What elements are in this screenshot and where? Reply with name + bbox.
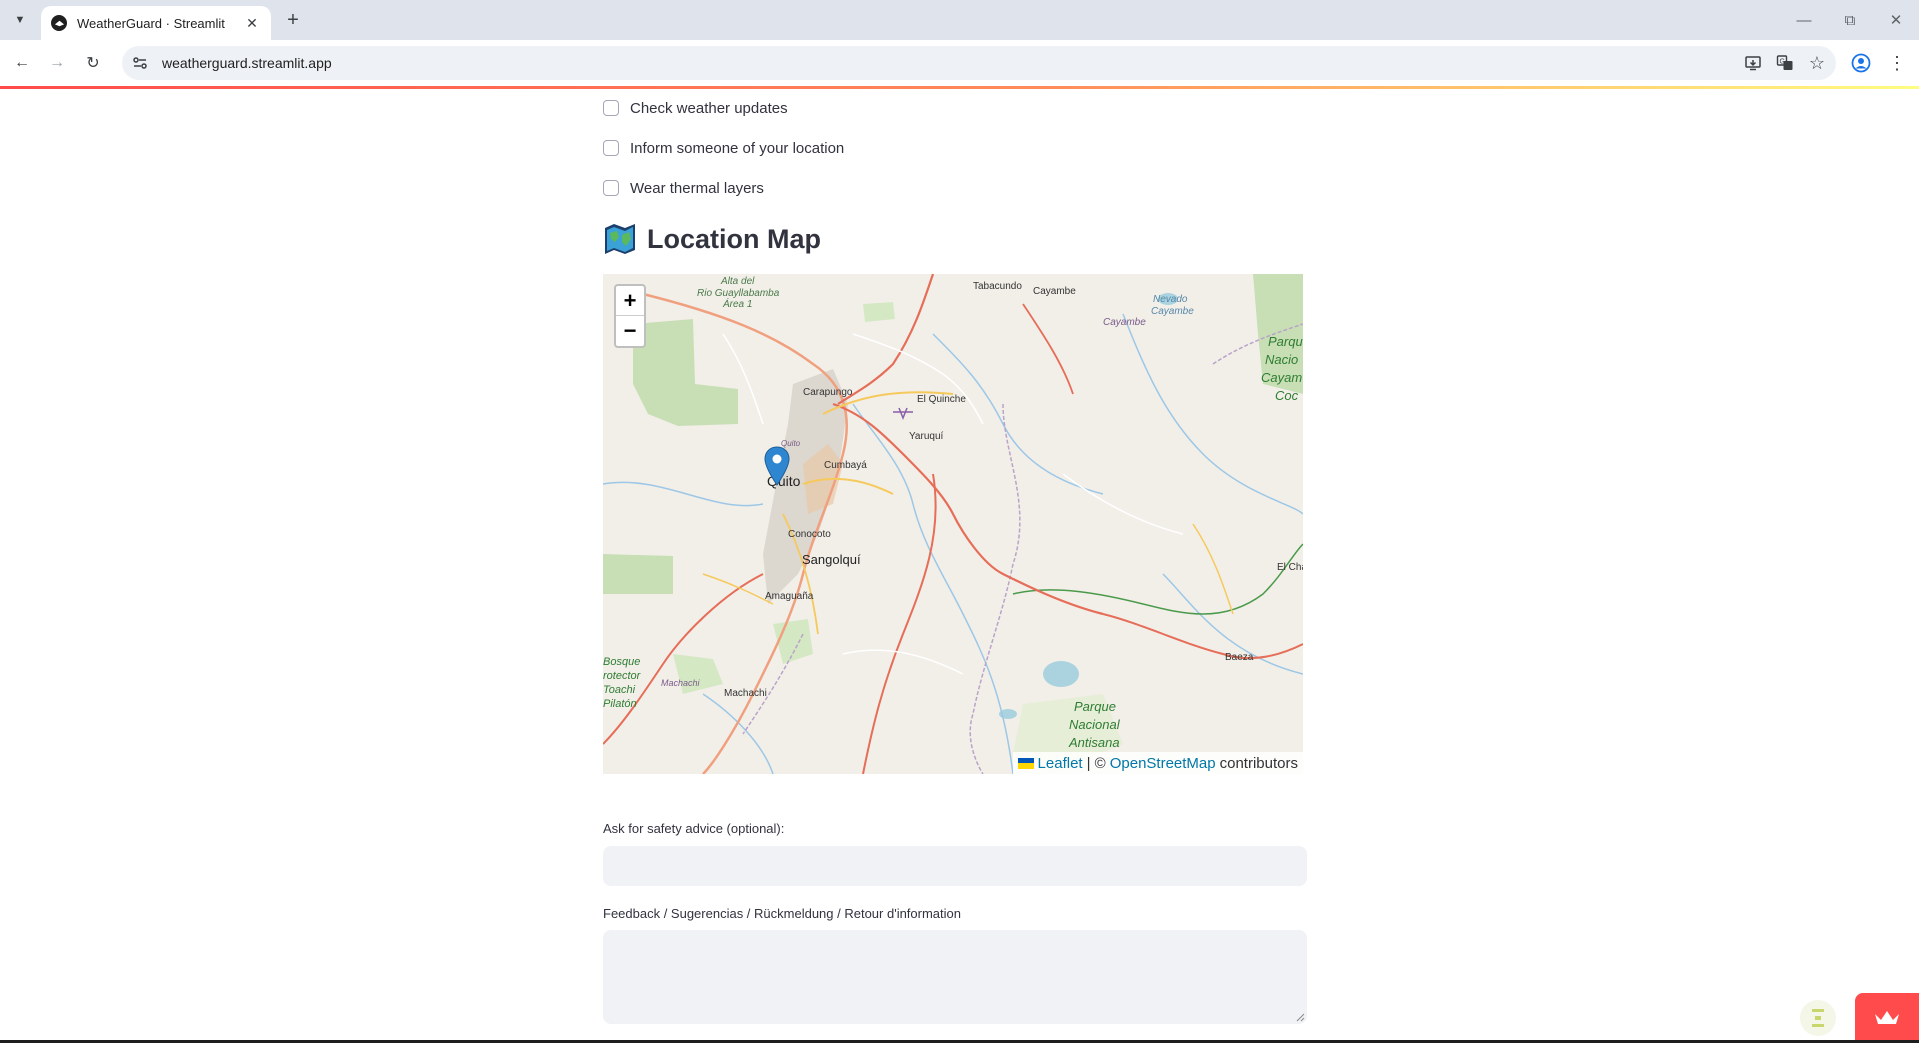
zoom-out-button[interactable]: − [616, 316, 644, 346]
map-marker-icon[interactable] [764, 446, 790, 486]
zoom-in-button[interactable]: + [616, 286, 644, 316]
site-settings-icon[interactable] [128, 51, 152, 75]
feedback-label: Feedback / Sugerencias / Rückmeldung / R… [603, 906, 962, 921]
map-label: Amaguaña [765, 591, 814, 602]
map-label: Nevado [1153, 294, 1188, 305]
checkbox-check-weather[interactable]: Check weather updates [603, 97, 788, 119]
map-label: Nacio [1265, 352, 1298, 367]
map-label: Machachi [724, 688, 767, 699]
map-label: Coc [1275, 388, 1299, 403]
svg-text:G: G [1780, 59, 1785, 66]
map-label: Cayambe [1103, 317, 1146, 328]
close-tab-icon[interactable]: ✕ [243, 14, 261, 32]
map-label: Parque [1268, 334, 1303, 349]
map-label: Cayambe [1033, 286, 1076, 297]
map-label: Cayam [1261, 370, 1302, 385]
checkbox-thermal-layers[interactable]: Wear thermal layers [603, 177, 764, 199]
map-attribution: Leaflet | © OpenStreetMap contributors [1012, 752, 1303, 774]
install-app-icon[interactable] [1740, 50, 1766, 76]
map-label: Nacional [1069, 717, 1121, 732]
map-label: El Cha [1277, 562, 1303, 573]
map-label: Machachi [661, 678, 701, 688]
ukraine-flag-icon [1017, 757, 1034, 769]
map-label: Área 1 [722, 297, 752, 310]
checkbox-box[interactable] [603, 180, 619, 196]
map-label: Tabacundo [973, 281, 1022, 292]
address-bar[interactable]: weatherguard.streamlit.app G ☆ [122, 46, 1836, 80]
resize-handle-icon[interactable] [1296, 1013, 1305, 1022]
streamlit-crown-icon [1875, 1010, 1899, 1024]
forward-arrow-icon[interactable]: → [45, 51, 69, 75]
section-heading: Location Map [603, 222, 821, 256]
attribution-separator: | © [1086, 754, 1106, 772]
map-zoom-control: + − [614, 284, 646, 348]
streamlit-badge[interactable] [1855, 993, 1919, 1040]
back-arrow-icon[interactable]: ← [10, 51, 34, 75]
url-text: weatherguard.streamlit.app [162, 55, 332, 71]
map-label: El Quinche [917, 394, 966, 405]
checkbox-inform-someone[interactable]: Inform someone of your location [603, 137, 844, 159]
browser-tab-strip: ▼ WeatherGuard · Streamlit ✕ + — ⧉ ✕ [0, 0, 1919, 40]
feedback-textarea[interactable] [603, 930, 1307, 1024]
app-status-icon[interactable] [1800, 1000, 1836, 1036]
map-label: rotector [603, 670, 642, 682]
safety-advice-input[interactable] [603, 846, 1307, 886]
checkbox-label: Wear thermal layers [630, 179, 764, 197]
map-label: Yaruquí [909, 431, 944, 442]
leaflet-map[interactable]: Alta del Rio Guayllabamba Área 1 Tabacun… [603, 274, 1303, 774]
bookmark-star-icon[interactable]: ☆ [1804, 50, 1830, 76]
map-label: Conocoto [788, 529, 831, 540]
map-label: Sangolquí [802, 552, 861, 567]
map-tiles[interactable]: Alta del Rio Guayllabamba Área 1 Tabacun… [603, 274, 1303, 774]
safety-advice-label: Ask for safety advice (optional): [603, 821, 785, 836]
map-label: Toachi [603, 684, 636, 696]
new-tab-icon[interactable]: + [281, 8, 305, 32]
map-label: Cumbayá [824, 460, 867, 471]
map-label: Parque [1074, 699, 1116, 714]
map-label: Alta del [720, 276, 755, 287]
window-close-icon[interactable]: ✕ [1882, 8, 1910, 32]
world-map-icon [605, 224, 635, 254]
reload-icon[interactable]: ↻ [81, 51, 105, 75]
restore-icon[interactable]: ⧉ [1836, 8, 1864, 32]
map-label: Bosque [603, 656, 640, 668]
profile-icon[interactable] [1849, 51, 1873, 75]
checkbox-label: Check weather updates [630, 99, 788, 117]
browser-tab[interactable]: WeatherGuard · Streamlit ✕ [41, 6, 271, 40]
more-options-icon[interactable]: ⋮ [1885, 51, 1909, 75]
map-label: Pilatón [603, 698, 637, 710]
leaflet-link[interactable]: Leaflet [1038, 755, 1083, 772]
checkbox-box[interactable] [603, 100, 619, 116]
openstreetmap-link[interactable]: OpenStreetMap [1110, 755, 1216, 772]
map-label: Antisana [1068, 735, 1120, 750]
tab-title: WeatherGuard · Streamlit [77, 15, 225, 31]
checkbox-label: Inform someone of your location [630, 139, 845, 157]
attribution-suffix: contributors [1219, 754, 1298, 772]
minimize-icon[interactable]: — [1790, 8, 1818, 32]
section-title: Location Map [647, 223, 821, 254]
streamlit-favicon-icon [51, 15, 67, 31]
checkbox-box[interactable] [603, 140, 619, 156]
map-label: Baeza [1225, 652, 1254, 663]
chevron-down-icon: ▼ [14, 14, 26, 26]
streamlit-decoration-bar [0, 86, 1919, 89]
map-label: Carapungo [803, 387, 853, 398]
translate-icon[interactable]: G [1772, 50, 1798, 76]
map-label: Cayambe [1151, 306, 1194, 317]
map-label: Rio Guayllabamba [697, 288, 780, 299]
browser-toolbar: ← → ↻ weatherguard.streamlit.app G ☆ ⋮ [0, 40, 1919, 86]
tab-search-button[interactable]: ▼ [8, 9, 32, 31]
